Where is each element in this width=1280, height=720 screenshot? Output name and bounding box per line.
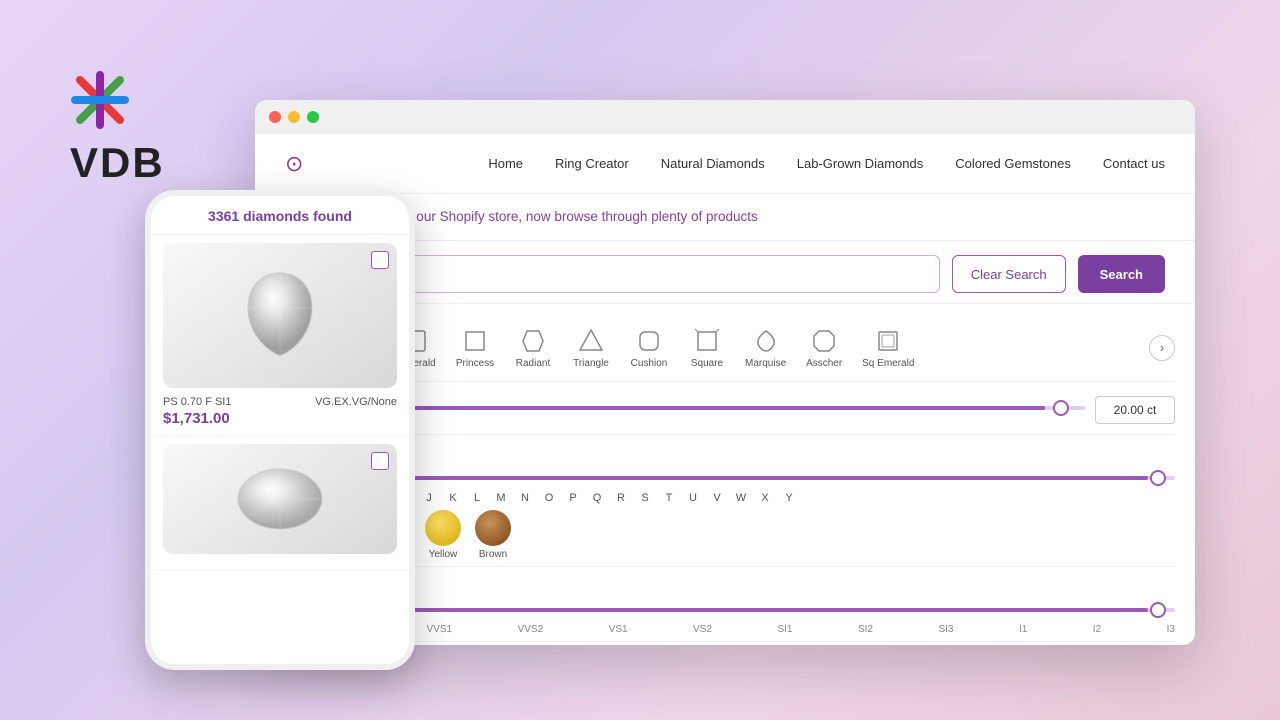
color-letter-J[interactable]: J (419, 492, 439, 504)
color-circle-yellow[interactable] (425, 510, 461, 546)
diamond-image-1 (163, 243, 397, 388)
clear-search-button[interactable]: Clear Search (952, 255, 1066, 293)
color-circle-brown[interactable] (475, 510, 511, 546)
nav-contact[interactable]: Contact us (1103, 156, 1165, 171)
shape-triangle[interactable]: Triangle (565, 322, 617, 373)
shape-next-button[interactable]: › (1149, 335, 1175, 361)
traffic-light-yellow[interactable] (288, 111, 300, 123)
nav-home[interactable]: Home (488, 156, 523, 171)
diamond-code-1: PS 0.70 F SI1 (163, 396, 231, 408)
nav-links: Home Ring Creator Natural Diamonds Lab-G… (488, 156, 1165, 171)
clarity-slider-right[interactable] (1150, 602, 1166, 618)
color-letter-Q[interactable]: Q (587, 492, 607, 504)
shape-radiant[interactable]: Radiant (507, 322, 559, 373)
weight-max-input[interactable]: 20.00 ct (1095, 396, 1175, 424)
diamonds-found-count: 3361 diamonds found (208, 208, 352, 224)
shape-asscher[interactable]: Asscher (798, 322, 850, 373)
color-letter-U[interactable]: U (683, 492, 703, 504)
phone-header: 3361 diamonds found (151, 196, 409, 235)
nav-logo-icon: ⊙ (285, 151, 303, 177)
vdb-logo-text: VDB (70, 139, 165, 187)
diamond-price-1: $1,731.00 (163, 410, 397, 427)
browser-titlebar (255, 100, 1195, 134)
traffic-light-red[interactable] (269, 111, 281, 123)
shape-sq-emerald[interactable]: Sq Emerald (856, 322, 920, 373)
color-letter-X[interactable]: X (755, 492, 775, 504)
shape-square[interactable]: Square (681, 322, 733, 373)
diamond-card-1: PS 0.70 F SI1 VG.EX.VG/None $1,731.00 (151, 235, 409, 436)
shape-marquise[interactable]: Marquise (739, 322, 792, 373)
diamond-checkbox-1[interactable] (371, 251, 389, 269)
nav-colored-gemstones[interactable]: Colored Gemstones (955, 156, 1071, 171)
color-brown-item[interactable]: Brown (475, 510, 511, 560)
search-button[interactable]: Search (1078, 255, 1165, 293)
diamond-grade-1: VG.EX.VG/None (315, 396, 397, 408)
color-letter-N[interactable]: N (515, 492, 535, 504)
color-letter-O[interactable]: O (539, 492, 559, 504)
color-letter-T[interactable]: T (659, 492, 679, 504)
color-slider-right[interactable] (1150, 470, 1166, 486)
color-letter-V[interactable]: V (707, 492, 727, 504)
weight-slider-right[interactable] (1053, 400, 1069, 416)
clarity-VVS1[interactable]: VVS1 (427, 624, 453, 635)
clarity-VVS2[interactable]: VVS2 (518, 624, 544, 635)
diamond-image-2 (163, 444, 397, 554)
clarity-I2[interactable]: I2 (1093, 624, 1101, 635)
shape-princess[interactable]: Princess (449, 322, 501, 373)
color-letter-Y[interactable]: Y (779, 492, 799, 504)
color-letter-W[interactable]: W (731, 492, 751, 504)
nav-natural-diamonds[interactable]: Natural Diamonds (661, 156, 765, 171)
diamond-checkbox-2[interactable] (371, 452, 389, 470)
shape-cushion[interactable]: Cushion (623, 322, 675, 373)
color-yellow-item[interactable]: Yellow (425, 510, 461, 560)
clarity-SI1[interactable]: SI1 (777, 624, 792, 635)
color-letter-M[interactable]: M (491, 492, 511, 504)
color-letter-R[interactable]: R (611, 492, 631, 504)
color-letter-P[interactable]: P (563, 492, 583, 504)
mobile-phone: 3361 diamonds found (145, 190, 415, 670)
color-letter-S[interactable]: S (635, 492, 655, 504)
clarity-SI3[interactable]: SI3 (938, 624, 953, 635)
nav-lab-diamonds[interactable]: Lab-Grown Diamonds (797, 156, 923, 171)
color-letter-K[interactable]: K (443, 492, 463, 504)
clarity-I3[interactable]: I3 (1167, 624, 1175, 635)
nav-ring-creator[interactable]: Ring Creator (555, 156, 629, 171)
clarity-SI2[interactable]: SI2 (858, 624, 873, 635)
clarity-VS1[interactable]: VS1 (609, 624, 628, 635)
phone-inner: 3361 diamonds found (151, 196, 409, 664)
clarity-I1[interactable]: I1 (1019, 624, 1027, 635)
nav-bar: ⊙ Home Ring Creator Natural Diamonds Lab… (255, 134, 1195, 194)
traffic-light-green[interactable] (307, 111, 319, 123)
clarity-VS2[interactable]: VS2 (693, 624, 712, 635)
diamond-card-2 (151, 436, 409, 571)
color-letter-L[interactable]: L (467, 492, 487, 504)
vdb-logo: VDB (70, 70, 165, 187)
